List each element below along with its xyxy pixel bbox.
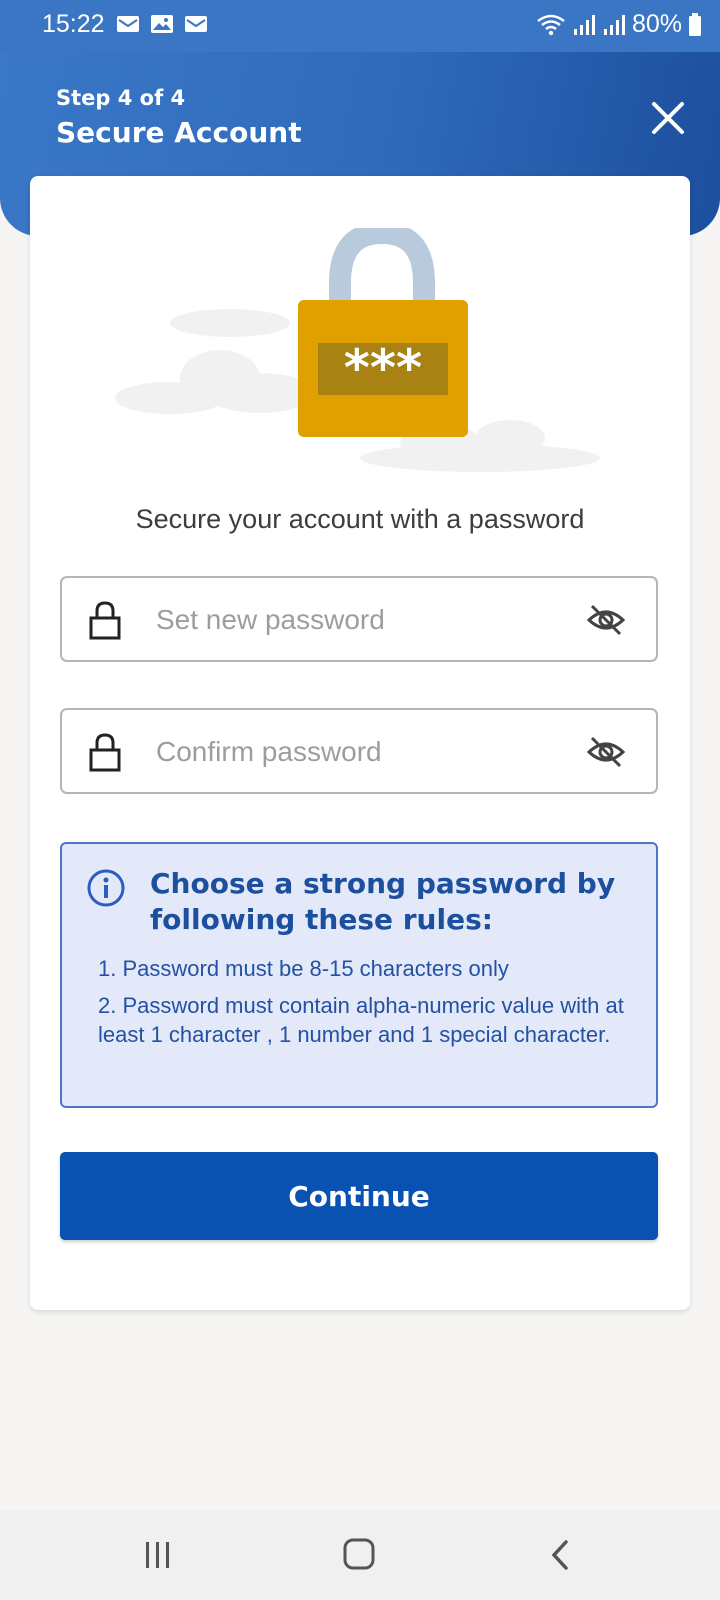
subtitle: Secure your account with a password bbox=[135, 504, 585, 534]
password-card: *** Secure your account with a password bbox=[30, 176, 690, 1310]
step-indicator: Step 4 of 4 bbox=[56, 86, 186, 110]
close-icon[interactable] bbox=[646, 96, 690, 140]
eye-slash-icon[interactable] bbox=[586, 602, 626, 638]
continue-button[interactable]: Continue bbox=[60, 1152, 658, 1240]
password-rules-box: Choose a strong password by following th… bbox=[60, 842, 658, 1108]
padlock-illustration: *** bbox=[115, 228, 600, 472]
new-password-input[interactable] bbox=[154, 596, 578, 644]
asterisks-text: *** bbox=[344, 339, 422, 397]
back-icon[interactable] bbox=[542, 1534, 586, 1576]
confirm-password-field[interactable] bbox=[60, 708, 658, 794]
page-title: Secure Account bbox=[56, 116, 302, 149]
battery-percentage: 80% bbox=[631, 10, 682, 38]
confirm-password-input[interactable] bbox=[154, 728, 578, 776]
lock-icon bbox=[89, 733, 121, 772]
image-icon bbox=[151, 15, 173, 33]
battery-icon bbox=[689, 12, 701, 36]
rule-item: 2. Password must contain alpha-numeric v… bbox=[98, 993, 624, 1047]
signal-icon bbox=[573, 14, 595, 35]
navigation-bar bbox=[0, 1510, 720, 1600]
recent-apps-icon[interactable] bbox=[136, 1534, 180, 1576]
signal-icon bbox=[603, 14, 625, 35]
status-time: 15:22 bbox=[42, 10, 105, 38]
wifi-icon bbox=[537, 14, 565, 35]
new-password-field[interactable] bbox=[60, 576, 658, 662]
info-icon bbox=[87, 869, 125, 907]
rule-item: 1. Password must be 8-15 characters only bbox=[98, 956, 509, 981]
lock-icon bbox=[89, 601, 121, 640]
home-icon[interactable] bbox=[339, 1534, 383, 1576]
rules-list: 1. Password must be 8-15 characters only… bbox=[98, 954, 628, 1057]
eye-slash-icon[interactable] bbox=[586, 734, 626, 770]
notification-icons bbox=[116, 14, 208, 34]
rules-title: Choose a strong password by following th… bbox=[150, 867, 616, 936]
message-icon bbox=[117, 16, 139, 32]
status-indicators: 80% bbox=[536, 10, 702, 39]
message-icon bbox=[185, 16, 207, 32]
status-bar: 15:22 80% bbox=[0, 0, 720, 52]
